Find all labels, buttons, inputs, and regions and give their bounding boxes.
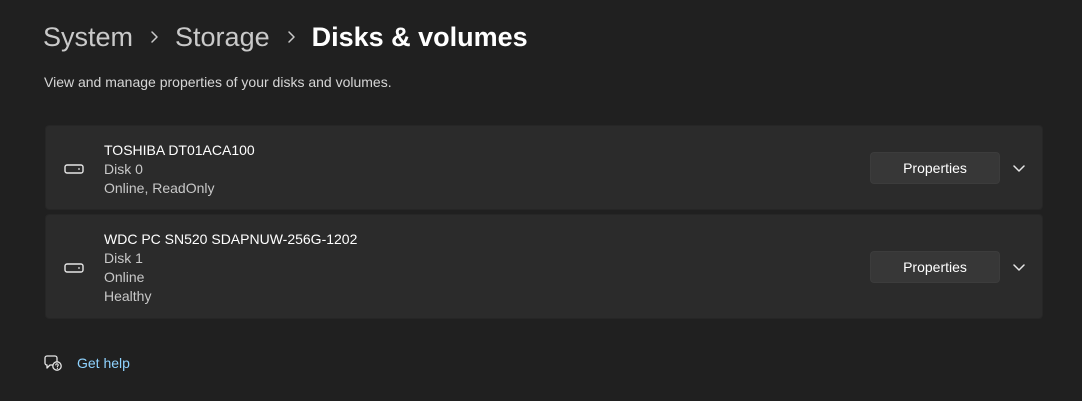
disk-drive-icon [64, 162, 84, 174]
chevron-right-icon [270, 17, 312, 57]
chevron-down-icon[interactable] [1008, 257, 1030, 277]
help-chat-icon [43, 353, 63, 373]
disk-number: Disk 0 [104, 161, 143, 177]
breadcrumb: System Storage Disks & volumes [43, 17, 528, 57]
breadcrumb-storage[interactable]: Storage [175, 22, 270, 53]
chevron-right-icon [133, 17, 175, 57]
disk-status: Online [104, 269, 145, 285]
properties-button[interactable]: Properties [870, 250, 1000, 283]
page-subtitle: View and manage properties of your disks… [44, 74, 392, 90]
disk-status: Online, ReadOnly [104, 180, 215, 196]
get-help-label[interactable]: Get help [77, 355, 130, 371]
disk-info: WDC PC SN520 SDAPNUW-256G-1202 Disk 1 On… [104, 230, 357, 306]
disk-card-0[interactable]: TOSHIBA DT01ACA100 Disk 0 Online, ReadOn… [45, 125, 1043, 210]
disk-card-1[interactable]: WDC PC SN520 SDAPNUW-256G-1202 Disk 1 On… [45, 214, 1043, 319]
breadcrumb-system[interactable]: System [43, 22, 133, 53]
disk-drive-icon [64, 261, 84, 273]
disk-name: TOSHIBA DT01ACA100 [104, 142, 255, 158]
disk-number: Disk 1 [104, 250, 143, 266]
page-title: Disks & volumes [311, 21, 528, 52]
get-help-link[interactable]: Get help [43, 352, 130, 374]
disks-volumes-page: System Storage Disks & volumes View and … [0, 0, 1082, 401]
properties-button[interactable]: Properties [870, 151, 1000, 184]
disk-name: WDC PC SN520 SDAPNUW-256G-1202 [104, 231, 358, 247]
disk-health: Healthy [104, 288, 152, 304]
disk-info: TOSHIBA DT01ACA100 Disk 0 Online, ReadOn… [104, 141, 255, 198]
chevron-down-icon[interactable] [1008, 158, 1030, 178]
